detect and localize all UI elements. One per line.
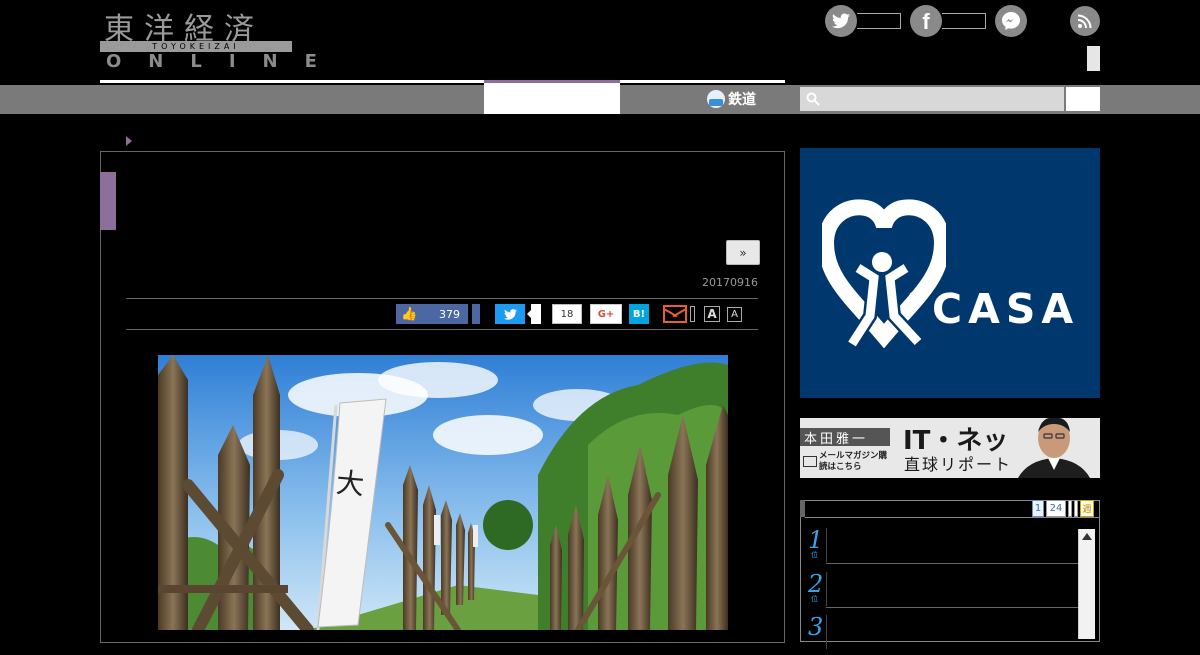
nav-tab-active[interactable] (484, 83, 620, 114)
banner-author: 本田雅一 (800, 428, 890, 447)
article-date: 20170916 (702, 276, 758, 289)
facebook-icon[interactable]: f (910, 5, 942, 37)
ranking-item-divider (826, 572, 827, 606)
ranking-tab-blank-b[interactable] (1074, 500, 1078, 517)
facebook-share-button[interactable] (472, 304, 480, 324)
print-button[interactable] (690, 306, 695, 322)
category-marker (100, 172, 116, 230)
share-bar-bottom-rule (126, 329, 758, 330)
ranking-row-rule (826, 607, 1078, 608)
facebook-f-glyph: f (922, 9, 930, 34)
ranking-number: 3 (808, 613, 824, 641)
breadcrumb-arrow-icon (126, 136, 132, 146)
hatena-bookmark-count: 18 (552, 304, 582, 324)
casa-brand-name: CASA (932, 285, 1080, 333)
author-portrait-image (1008, 418, 1100, 478)
rss-glyph (1077, 14, 1092, 29)
ranking-item[interactable]: 1 位 (806, 528, 1078, 568)
ranking-tab-1h[interactable]: 1 (1032, 500, 1044, 517)
banner-mon-glyph: 大 (335, 466, 366, 501)
hatena-bookmark-button[interactable]: B! (629, 304, 649, 324)
ranking-item[interactable]: 2 位 (806, 572, 1078, 612)
font-size-small-button[interactable]: A (727, 306, 742, 322)
rss-icon[interactable] (1070, 6, 1100, 36)
envelope-icon (803, 456, 817, 467)
header-menu-button[interactable] (1087, 46, 1100, 71)
google-plus-button[interactable]: G+ (590, 304, 622, 324)
casa-registered-mark: ® (908, 291, 918, 302)
newsletter-banner[interactable]: 本田雅一 メールマガジン購読はこちら IT・ネット 直球リポート (800, 418, 1100, 478)
nav-item-railway[interactable]: 鉄道 (707, 86, 756, 112)
twitter-follow-count (857, 13, 901, 29)
search-input[interactable] (800, 87, 1064, 111)
ranking-number: 2 (808, 570, 824, 598)
like-count: 379 (439, 307, 460, 321)
next-page-button[interactable]: » (726, 240, 760, 265)
ranking-header-rule (805, 517, 1100, 518)
facebook-like-count (942, 13, 986, 29)
site-logo[interactable]: 東洋経済 TOYOKEIZAI ONLINE (100, 6, 317, 72)
ranking-tab-24h[interactable]: 24 (1046, 500, 1066, 517)
scroll-up-arrow-icon[interactable] (1082, 533, 1092, 540)
twitter-icon (503, 308, 517, 320)
ranking-tab-weekly[interactable]: 週 (1080, 500, 1094, 517)
share-bar: 👍 379 18 G+ B! A A (396, 304, 742, 324)
banner-title-line2: 直球リポート (904, 455, 1013, 474)
ranking-tabs: 1 24 週 (1032, 500, 1094, 517)
messenger-icon[interactable] (995, 5, 1027, 37)
ranking-row-rule (826, 563, 1078, 564)
twitter-icon[interactable] (825, 5, 857, 37)
mail-share-icon[interactable] (663, 305, 687, 323)
article-hero-photo[interactable]: 大 (158, 355, 728, 630)
banner-subscribe-text: メールマガジン購読はこちら (819, 451, 888, 472)
ranking-header-mark (800, 500, 805, 517)
casa-ad[interactable]: ® CASA (800, 148, 1100, 398)
search-button[interactable] (1066, 87, 1100, 111)
thumbs-up-icon: 👍 (401, 306, 418, 322)
ranking-item-divider (826, 615, 827, 649)
tweet-button[interactable] (495, 304, 525, 324)
tweet-count (527, 304, 541, 324)
logo-online: ONLINE (106, 51, 344, 72)
search-icon (806, 92, 820, 106)
messenger-glyph (1002, 12, 1020, 30)
ranking-tab-blank-a[interactable] (1068, 500, 1072, 517)
ranking-scrollbar[interactable] (1078, 529, 1095, 639)
facebook-like-button[interactable]: 👍 379 (396, 304, 468, 324)
nav-top-rule (100, 80, 785, 83)
ranking-item[interactable]: 3 (806, 615, 1078, 655)
train-icon (707, 90, 725, 108)
share-bar-top-rule (126, 298, 758, 299)
font-size-large-button[interactable]: A (704, 306, 720, 322)
ranking-number: 1 (808, 526, 824, 554)
nav-item-railway-label: 鉄道 (728, 92, 756, 108)
casa-heart-logo-icon (822, 199, 946, 348)
twitter-bird-glyph (832, 13, 850, 29)
ranking-item-divider (826, 528, 827, 562)
